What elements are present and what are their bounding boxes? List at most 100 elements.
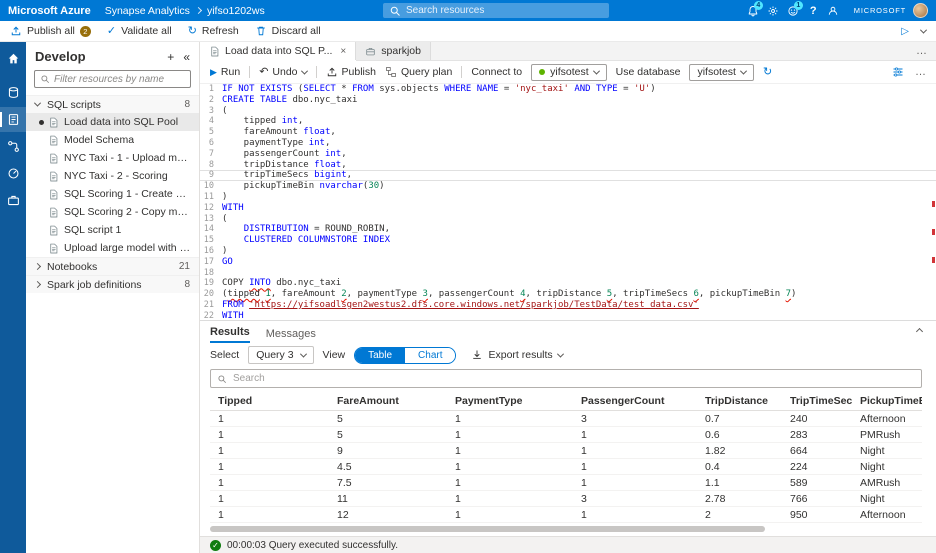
editor-line[interactable]: 5 fareAmount float, <box>200 127 936 138</box>
chevron-down-icon[interactable] <box>919 26 928 34</box>
editor-line[interactable]: 20 (tipped 1, fareAmount 2, paymentType 3… <box>200 289 936 300</box>
tree-section-spark-job-definitions[interactable]: Spark job definitions 8 <box>26 275 199 293</box>
tree-item-load-data-into-sql-pool[interactable]: Load data into SQL Pool <box>26 113 199 131</box>
feedback-button[interactable]: 1 <box>784 0 803 21</box>
tab-messages[interactable]: Messages <box>266 328 316 343</box>
editor-line[interactable]: 13 ( <box>200 214 936 225</box>
tab-sparkjob[interactable]: sparkjob <box>356 42 431 60</box>
search-icon <box>389 5 401 17</box>
column-header-tipped[interactable]: Tipped <box>210 395 329 407</box>
rail-item-home[interactable] <box>0 46 26 71</box>
editor-line[interactable]: 3( <box>200 106 936 117</box>
add-resource-button[interactable]: + <box>167 51 174 63</box>
editor-line[interactable]: 6 paymentType int, <box>200 138 936 149</box>
table-row[interactable]: 1 7.5 1 1 1.1 589 AMRush <box>210 475 922 491</box>
editor-line[interactable]: 11) <box>200 192 936 203</box>
view-chart-toggle[interactable]: Chart <box>405 347 456 363</box>
tab-results[interactable]: Results <box>210 326 250 343</box>
user-avatar[interactable] <box>913 3 928 18</box>
table-row[interactable]: 1 4.5 1 1 0.4 224 Night <box>210 459 922 475</box>
notifications-button[interactable]: 4 <box>744 0 763 21</box>
editor-line[interactable]: 18 <box>200 268 936 279</box>
results-search-input[interactable] <box>233 373 915 384</box>
tree-item-sql-scoring-2-copy-model-into-mo[interactable]: SQL Scoring 2 - Copy model into mo... <box>26 203 199 221</box>
play-outline-icon[interactable]: ▷ <box>901 26 909 37</box>
use-database-dropdown[interactable]: yifsotest <box>689 63 754 81</box>
filter-resources-box <box>34 70 191 88</box>
tree-item-model-schema[interactable]: Model Schema <box>26 131 199 149</box>
view-settings-icon[interactable] <box>892 66 904 78</box>
editor-line[interactable]: 15 CLUSTERED COLUMNSTORE INDEX <box>200 235 936 246</box>
validate-all-button[interactable]: ✓ Validate all <box>107 25 172 37</box>
tree-item-nyc-taxi-2-scoring[interactable]: NYC Taxi - 2 - Scoring <box>26 167 199 185</box>
editor-line[interactable]: 1 IF NOT EXISTS (SELECT * FROM sys.object… <box>200 84 936 95</box>
query-selector-dropdown[interactable]: Query 3 <box>248 346 314 364</box>
editor-line[interactable]: 22 WITH <box>200 311 936 320</box>
code-area[interactable]: 1 IF NOT EXISTS (SELECT * FROM sys.object… <box>200 84 936 320</box>
settings-button[interactable] <box>764 0 783 21</box>
filter-resources-input[interactable] <box>54 73 185 85</box>
column-header-tripdistance[interactable]: TripDistance <box>697 395 782 407</box>
table-row[interactable]: 1 11 1 3 2.78 766 Night <box>210 491 922 507</box>
editor-line[interactable]: 10 pickupTimeBin nvarchar(30) <box>200 181 936 192</box>
scrollbar-thumb[interactable] <box>210 526 766 532</box>
column-header-triptimesecs[interactable]: TripTimeSecs <box>782 395 852 407</box>
collapse-results-button[interactable] <box>913 325 926 343</box>
editor-line[interactable]: 16) <box>200 246 936 257</box>
column-header-pickuptimebin[interactable]: PickupTimeBin <box>852 395 922 407</box>
tree-item-sql-scoring-1-create-model-table[interactable]: SQL Scoring 1 - Create model table <box>26 185 199 203</box>
global-search-box[interactable] <box>383 3 609 18</box>
tree-item-upload-large-model-with-copy-into[interactable]: Upload large model with COPY INTO <box>26 239 199 257</box>
azure-brand[interactable]: Microsoft Azure <box>8 5 91 17</box>
table-cell: 5 <box>337 428 343 441</box>
column-header-paymenttype[interactable]: PaymentType <box>447 395 573 407</box>
discard-all-button[interactable]: Discard all <box>255 25 321 37</box>
table-row[interactable]: 1 5 1 1 0.6 283 PMRush <box>210 427 922 443</box>
more-actions-icon[interactable]: … <box>915 66 926 78</box>
export-results-button[interactable]: Export results <box>471 349 564 361</box>
editor-line[interactable]: 7 passengerCount int, <box>200 149 936 160</box>
editor-line[interactable]: 8 tripDistance float, <box>200 160 936 171</box>
tree-item-sql-script-1[interactable]: SQL script 1 <box>26 221 199 239</box>
editor-line[interactable]: 12 WITH <box>200 203 936 214</box>
column-header-fareamount[interactable]: FareAmount <box>329 395 447 407</box>
editor-line[interactable]: 2 CREATE TABLE dbo.nyc_taxi <box>200 95 936 106</box>
rail-item-integrate[interactable] <box>0 134 26 159</box>
rail-item-monitor[interactable] <box>0 161 26 186</box>
tree-item-nyc-taxi-1-upload-model[interactable]: NYC Taxi - 1 - Upload model <box>26 149 199 167</box>
account-button[interactable] <box>824 0 843 21</box>
editor-line[interactable]: 17 GO <box>200 257 936 268</box>
develop-panel-header: Develop + « <box>26 42 199 70</box>
tree-section-sql-scripts[interactable]: SQL scripts 8 <box>26 95 199 113</box>
query-plan-button[interactable]: Query plan <box>385 66 452 78</box>
more-tabs-button[interactable]: … <box>907 45 936 57</box>
global-search-input[interactable] <box>406 5 603 16</box>
rail-item-manage[interactable] <box>0 188 26 213</box>
table-row[interactable]: 1 9 1 1 1.82 664 Night <box>210 443 922 459</box>
workspace-name[interactable]: yifso1202ws <box>207 5 265 17</box>
rail-item-develop[interactable] <box>0 107 26 132</box>
help-button[interactable]: ? <box>804 0 823 21</box>
tab-load-data-into-sql-p[interactable]: Load data into SQL P... × <box>200 42 357 60</box>
publish-button[interactable]: Publish <box>326 66 376 78</box>
editor-line[interactable]: 14 DISTRIBUTION = ROUND_ROBIN, <box>200 224 936 235</box>
run-button[interactable]: ▶ Run <box>210 66 240 78</box>
column-header-passengercount[interactable]: PassengerCount <box>573 395 697 407</box>
connect-to-dropdown[interactable]: yifsotest <box>531 63 607 81</box>
refresh-button[interactable]: ↻ Refresh <box>188 25 239 37</box>
collapse-panel-button[interactable]: « <box>183 51 190 63</box>
line-number: 17 <box>203 256 214 267</box>
editor-line[interactable]: 4 tipped int, <box>200 116 936 127</box>
undo-button[interactable]: ↶ Undo <box>259 66 308 78</box>
editor-line[interactable]: 21 FROM 'https://yifsoadlsgen2westus2.dfs… <box>200 300 936 311</box>
editor-line[interactable]: 19 COPY INTO dbo.nyc_taxi <box>200 278 936 289</box>
editor-line[interactable]: 9 tripTimeSecs bigint, <box>200 170 936 181</box>
refresh-database-button[interactable]: ↻ <box>763 66 772 78</box>
table-row[interactable]: 1 5 1 3 0.7 240 Afternoon <box>210 411 922 427</box>
close-tab-icon[interactable]: × <box>340 46 346 57</box>
rail-item-data[interactable] <box>0 80 26 105</box>
publish-all-button[interactable]: Publish all 2 <box>10 25 91 37</box>
view-table-toggle[interactable]: Table <box>355 347 406 363</box>
tree-section-notebooks[interactable]: Notebooks 21 <box>26 257 199 275</box>
table-row[interactable]: 1 12 1 1 2 950 Afternoon <box>210 507 922 523</box>
